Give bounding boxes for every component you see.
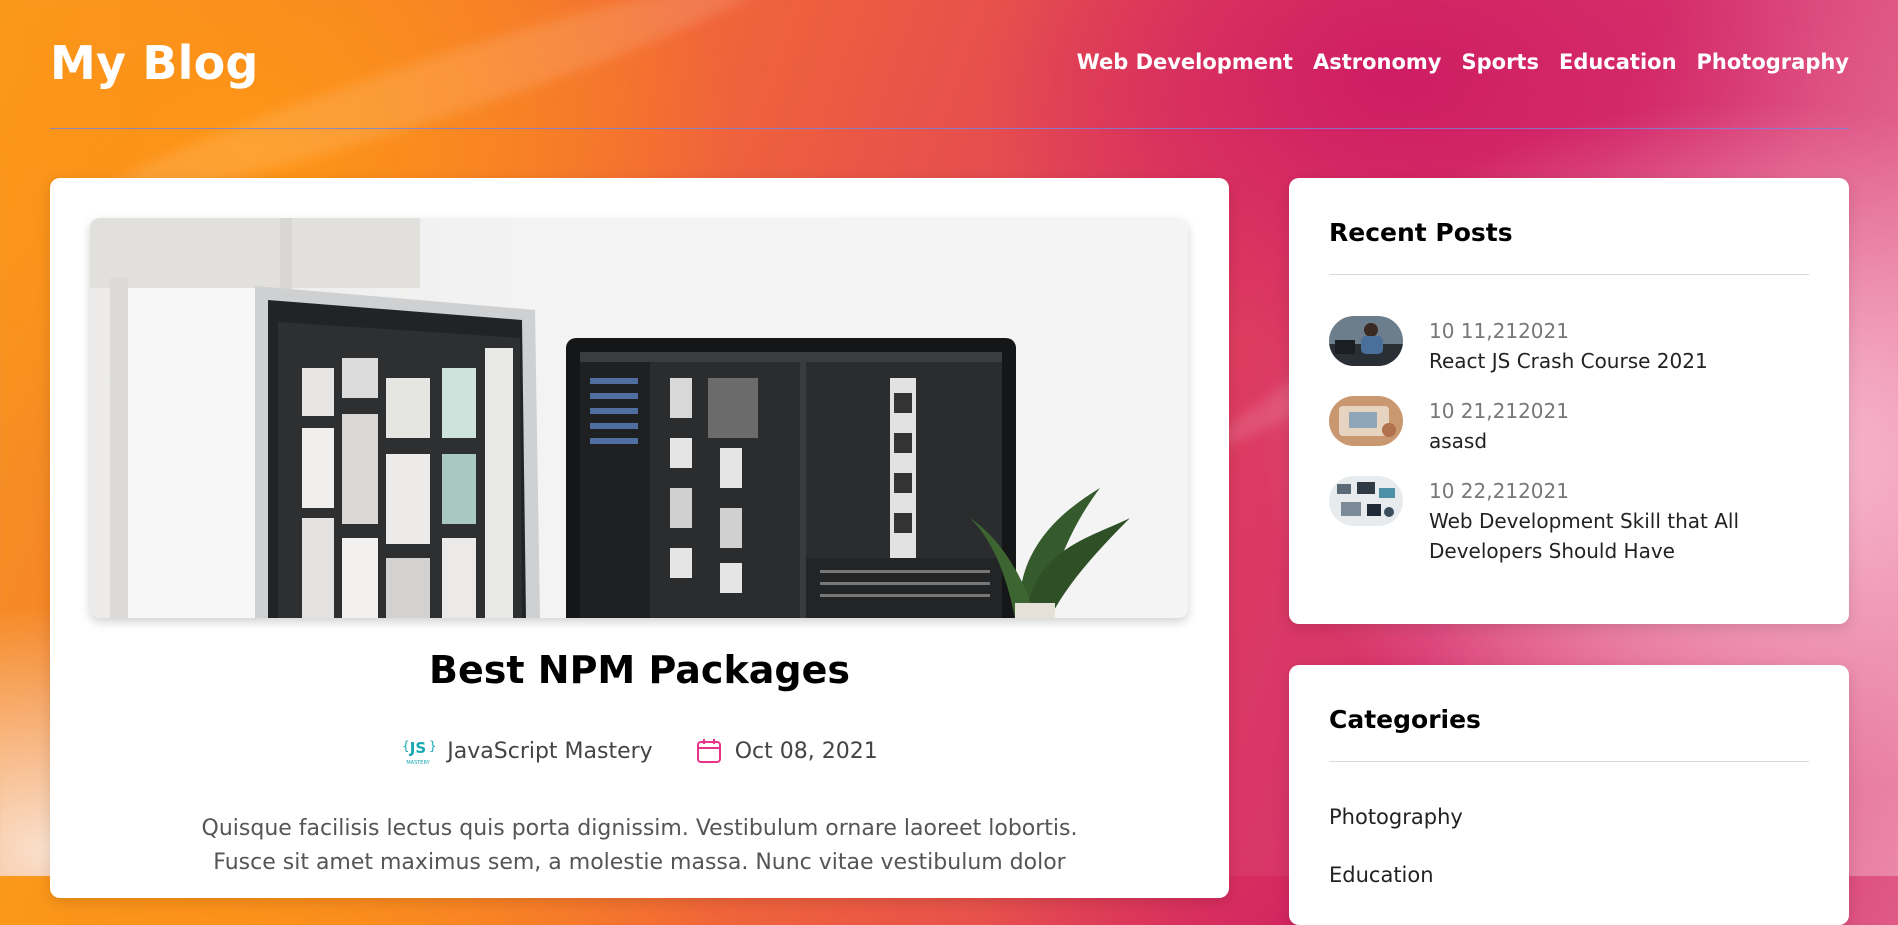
author-logo-subtext: MASTERY (407, 760, 431, 766)
recent-posts-divider (1329, 274, 1809, 275)
recent-post-item[interactable]: 10 11,212021 React JS Crash Course 2021 (1329, 316, 1789, 376)
categories-widget: Categories Photography Education (1289, 665, 1849, 925)
site-logo[interactable]: My Blog (50, 36, 259, 90)
author-logo-text: JS (409, 739, 426, 757)
recent-post-thumbnail (1329, 316, 1403, 366)
recent-post-thumbnail (1329, 396, 1403, 446)
post-excerpt: Quisque facilisis lectus quis porta dign… (201, 816, 1078, 875)
nav-item-sports[interactable]: Sports (1461, 50, 1538, 74)
author-name[interactable]: JavaScript Mastery (447, 739, 652, 764)
post-author: JS { } MASTERY JavaScript Mastery (401, 736, 652, 767)
category-item-photography[interactable]: Photography (1329, 805, 1463, 829)
nav-item-education[interactable]: Education (1559, 50, 1677, 74)
recent-post-thumbnail (1329, 476, 1403, 526)
recent-post-title[interactable]: asasd (1429, 426, 1789, 456)
recent-post-title[interactable]: Web Development Skill that All Developer… (1429, 506, 1789, 566)
recent-posts-widget: Recent Posts 10 11,212021 React JS Crash… (1289, 178, 1849, 624)
nav-item-web-development[interactable]: Web Development (1077, 50, 1293, 74)
main-nav: Web Development Astronomy Sports Educati… (1077, 50, 1849, 74)
post-meta: JS { } MASTERY JavaScript Mastery Oct 08… (50, 736, 1229, 767)
svg-text:{: { (402, 739, 410, 753)
nav-item-astronomy[interactable]: Astronomy (1313, 50, 1442, 74)
post-featured-image[interactable] (90, 218, 1188, 618)
recent-post-date: 10 22,212021 (1429, 479, 1569, 503)
svg-text:}: } (429, 739, 435, 753)
post-title[interactable]: Best NPM Packages (50, 648, 1229, 692)
recent-post-item[interactable]: 10 21,212021 asasd (1329, 396, 1789, 456)
category-item-education[interactable]: Education (1329, 863, 1434, 887)
recent-post-title[interactable]: React JS Crash Course 2021 (1429, 346, 1789, 376)
post-date: Oct 08, 2021 (695, 737, 878, 765)
post-card: Best NPM Packages JS { } MASTERY JavaScr… (50, 178, 1229, 898)
header-divider (50, 128, 1849, 129)
monitors-illustration (90, 218, 1130, 618)
recent-post-date: 10 21,212021 (1429, 399, 1569, 423)
post-date-text: Oct 08, 2021 (734, 738, 878, 764)
categories-divider (1329, 761, 1809, 762)
recent-post-date: 10 11,212021 (1429, 319, 1569, 343)
recent-post-item[interactable]: 10 22,212021 Web Development Skill that … (1329, 476, 1789, 566)
site-header: My Blog Web Development Astronomy Sports… (50, 0, 1849, 130)
nav-item-photography[interactable]: Photography (1697, 50, 1849, 74)
author-avatar: JS { } MASTERY (402, 739, 435, 766)
recent-posts-heading: Recent Posts (1329, 218, 1513, 247)
categories-heading: Categories (1329, 705, 1481, 734)
calendar-icon (696, 739, 721, 763)
